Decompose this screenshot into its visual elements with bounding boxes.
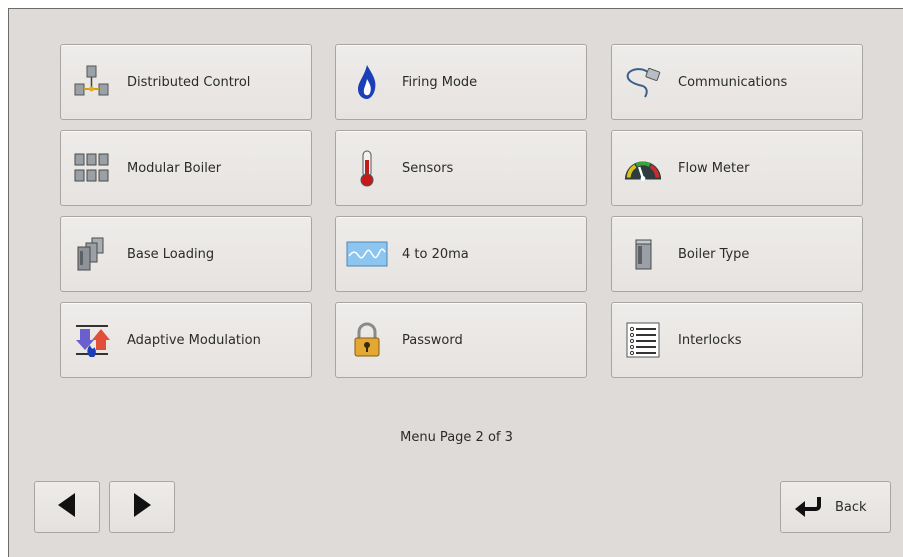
- tile-label: Distributed Control: [127, 74, 251, 90]
- tile-label: Boiler Type: [678, 246, 750, 262]
- menu-screen: Distributed Control Firing Mode Communic…: [8, 8, 903, 557]
- right-arrow-icon: [130, 492, 154, 522]
- modular-boiler-button[interactable]: Modular Boiler: [60, 130, 312, 206]
- gauge-icon: [622, 148, 664, 188]
- boiler-array-icon: [71, 148, 113, 188]
- network-cable-icon: [622, 62, 664, 102]
- previous-page-button[interactable]: [34, 481, 100, 533]
- thermometer-icon: [346, 148, 388, 188]
- modulation-arrows-icon: [71, 320, 113, 360]
- tile-label: Base Loading: [127, 246, 215, 262]
- tile-label: Sensors: [402, 160, 454, 176]
- interlocks-button[interactable]: Interlocks: [611, 302, 863, 378]
- tile-label: Modular Boiler: [127, 160, 222, 176]
- 4-to-20ma-button[interactable]: 4 to 20ma: [335, 216, 587, 292]
- tile-label: Communications: [678, 74, 788, 90]
- tile-label: Adaptive Modulation: [127, 332, 261, 348]
- boiler-type-button[interactable]: Boiler Type: [611, 216, 863, 292]
- boilers-stack-icon: [71, 234, 113, 274]
- tile-label: Firing Mode: [402, 74, 478, 90]
- sensors-button[interactable]: Sensors: [335, 130, 587, 206]
- password-button[interactable]: Password: [335, 302, 587, 378]
- boiler-unit-icon: [622, 234, 664, 274]
- network-nodes-icon: [71, 62, 113, 102]
- flame-icon: [346, 62, 388, 102]
- tile-label: 4 to 20ma: [402, 246, 469, 262]
- back-label: Back: [835, 499, 867, 515]
- tile-label: Interlocks: [678, 332, 742, 348]
- signal-wave-icon: [346, 234, 388, 274]
- communications-button[interactable]: Communications: [611, 44, 863, 120]
- left-arrow-icon: [55, 492, 79, 522]
- page-status: Menu Page 2 of 3: [400, 430, 513, 445]
- tile-label: Password: [402, 332, 463, 348]
- list-icon: [622, 320, 664, 360]
- back-button[interactable]: Back: [780, 481, 891, 533]
- adaptive-modulation-button[interactable]: Adaptive Modulation: [60, 302, 312, 378]
- base-loading-button[interactable]: Base Loading: [60, 216, 312, 292]
- return-arrow-icon: [793, 495, 823, 519]
- distributed-control-button[interactable]: Distributed Control: [60, 44, 312, 120]
- tile-label: Flow Meter: [678, 160, 750, 176]
- padlock-icon: [346, 320, 388, 360]
- flow-meter-button[interactable]: Flow Meter: [611, 130, 863, 206]
- firing-mode-button[interactable]: Firing Mode: [335, 44, 587, 120]
- next-page-button[interactable]: [109, 481, 175, 533]
